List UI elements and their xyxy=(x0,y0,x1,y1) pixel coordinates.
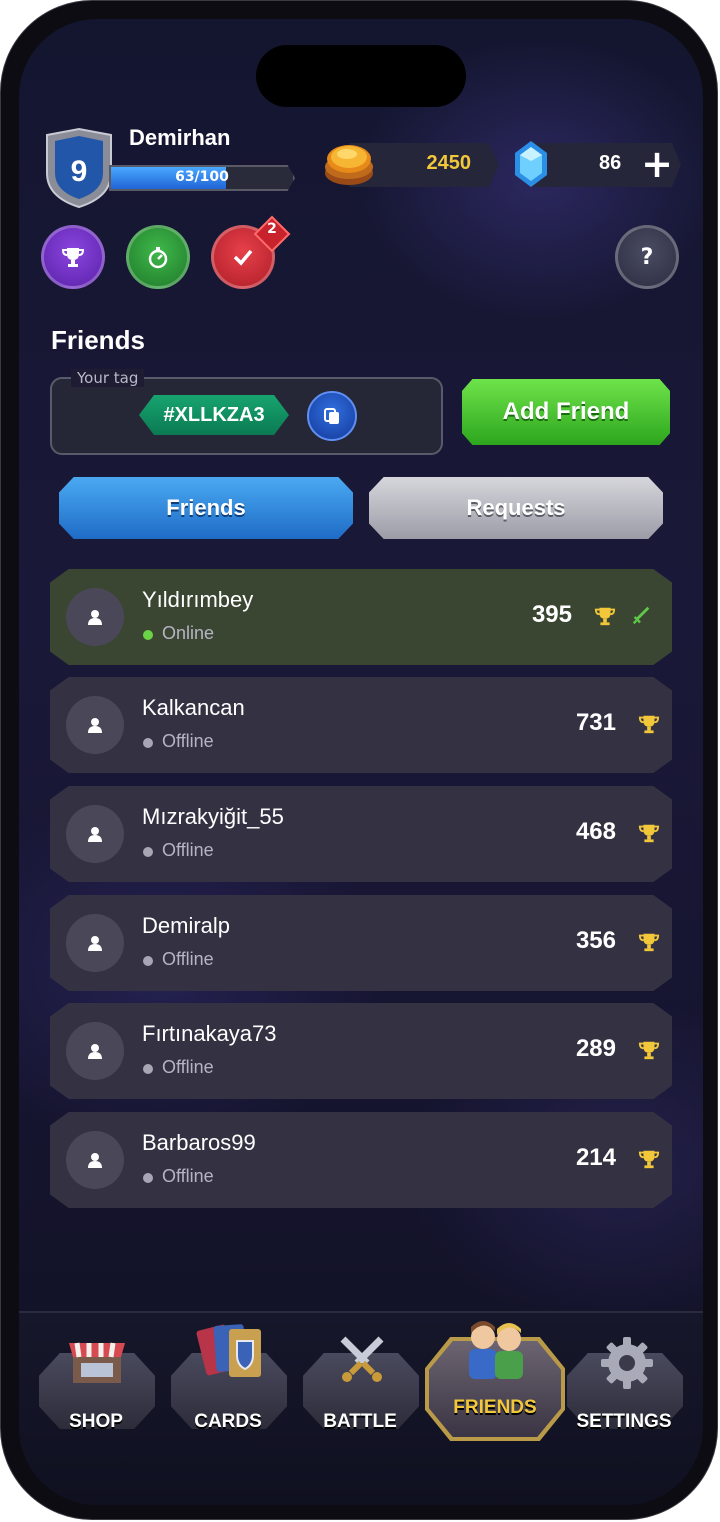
friend-row[interactable]: Kalkancan Offline 731 xyxy=(50,677,672,773)
user-icon xyxy=(88,610,102,625)
status-dot xyxy=(143,630,153,640)
tab-requests[interactable]: Requests xyxy=(369,477,663,539)
trophy-icon xyxy=(638,715,660,734)
help-button[interactable]: ? xyxy=(615,225,679,289)
gem-icon xyxy=(515,141,547,187)
user-icon xyxy=(88,827,102,842)
trophy-icon xyxy=(61,248,85,267)
friend-status: Online xyxy=(162,623,215,643)
tab-friends[interactable]: Friends xyxy=(59,477,353,539)
trophy-count: 731 xyxy=(575,709,616,736)
friend-row[interactable]: Yıldırımbey Online 395 xyxy=(50,569,672,665)
nav-friends-label: FRIENDS xyxy=(453,1397,537,1418)
page-title: Friends xyxy=(51,325,145,355)
challenge-sword-icon[interactable] xyxy=(630,605,652,627)
status-dot xyxy=(143,1173,153,1183)
avatar xyxy=(66,696,124,754)
trophy-icon xyxy=(638,1150,660,1169)
trophy-count: 468 xyxy=(575,818,616,845)
avatar xyxy=(66,588,124,646)
buy-gems-button[interactable]: + xyxy=(637,145,677,185)
trophy-count: 356 xyxy=(575,927,616,954)
avatar xyxy=(66,1022,124,1080)
timer-rewards-button[interactable] xyxy=(126,225,190,289)
xp-bar: 63/100 xyxy=(109,165,295,191)
status-dot xyxy=(143,956,153,966)
checkmark-icon xyxy=(233,249,253,266)
friend-row[interactable]: Mızrakyiğit_55 Offline 468 xyxy=(50,786,672,882)
status-dot xyxy=(143,847,153,857)
user-icon xyxy=(88,1044,102,1059)
nav-cards-label: CARDS xyxy=(194,1411,262,1432)
trophy-count: 214 xyxy=(575,1144,616,1171)
status-dot xyxy=(143,1064,153,1074)
nav-battle-label: BATTLE xyxy=(323,1411,397,1432)
crossed-swords-icon xyxy=(340,1336,384,1382)
gem-amount: 86 xyxy=(599,152,622,174)
game-screen: 9 Demirhan 63/100 2450 86 + 2 ? Friends … xyxy=(19,19,703,1505)
gold-coin-icon xyxy=(325,145,373,185)
nav-shop-label: SHOP xyxy=(69,1411,123,1432)
friend-name: Fırtınakaya73 xyxy=(142,1021,277,1046)
user-icon xyxy=(88,1153,102,1168)
friend-status: Offline xyxy=(162,840,214,860)
friend-status: Offline xyxy=(162,949,214,969)
friend-name: Barbaros99 xyxy=(142,1130,256,1155)
dynamic-island xyxy=(256,45,466,107)
xp-text: 63/100 xyxy=(175,169,229,185)
friends-heroes-icon xyxy=(469,1321,523,1379)
friend-status: Offline xyxy=(162,1166,214,1186)
device-frame: 9 Demirhan 63/100 2450 86 + 2 ? Friends … xyxy=(0,0,718,1520)
friend-status: Offline xyxy=(162,1057,214,1077)
player-tag[interactable]: #XLLKZA3 xyxy=(139,395,289,435)
friend-row[interactable]: Fırtınakaya73 Offline 289 xyxy=(50,1003,672,1099)
level-number: 9 xyxy=(71,155,88,188)
copy-icon xyxy=(324,408,339,424)
bottom-navigation: SHOP CARDS BATTLE FRIENDS SETTINGS xyxy=(19,1311,703,1505)
stopwatch-icon xyxy=(148,247,168,269)
friend-status: Offline xyxy=(162,731,214,751)
user-icon xyxy=(88,936,102,951)
friend-row[interactable]: Barbaros99 Offline 214 xyxy=(50,1112,672,1208)
friend-name: Mızrakyiğit_55 xyxy=(142,804,284,829)
trophy-icon xyxy=(638,1041,660,1060)
friend-name: Kalkancan xyxy=(142,695,245,720)
notification-count: 2 xyxy=(267,221,277,237)
trophy-icon xyxy=(638,933,660,952)
trophy-count: 395 xyxy=(531,601,572,628)
friend-name: Demiralp xyxy=(142,913,231,938)
player-name: Demirhan xyxy=(129,125,231,150)
gear-icon xyxy=(601,1337,653,1389)
nav-settings-label: SETTINGS xyxy=(576,1411,672,1432)
friend-name: Yıldırımbey xyxy=(142,587,254,612)
avatar xyxy=(66,805,124,863)
trophy-road-button[interactable] xyxy=(41,225,105,289)
user-icon xyxy=(88,718,102,733)
status-dot xyxy=(143,738,153,748)
trophy-count: 289 xyxy=(575,1035,616,1062)
tag-label: Your tag xyxy=(71,369,145,387)
copy-tag-button[interactable] xyxy=(307,391,357,441)
coin-amount: 2450 xyxy=(426,152,472,174)
level-shield-icon[interactable]: 9 xyxy=(41,127,117,209)
avatar xyxy=(66,914,124,972)
cards-icon xyxy=(196,1324,261,1377)
avatar xyxy=(66,1131,124,1189)
shop-icon xyxy=(69,1342,125,1383)
add-friend-button[interactable]: Add Friend xyxy=(462,379,670,445)
trophy-icon xyxy=(638,824,660,843)
friend-row[interactable]: Demiralp Offline 356 xyxy=(50,895,672,991)
trophy-icon xyxy=(594,607,616,626)
